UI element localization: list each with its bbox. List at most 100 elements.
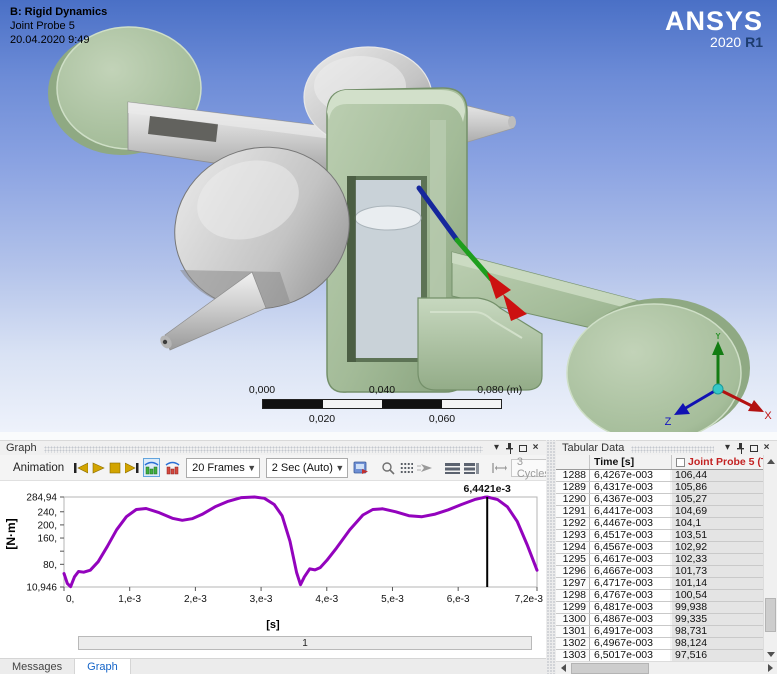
pin-icon[interactable] bbox=[734, 442, 747, 454]
graph-panel-titlebar: Graph ▾ × bbox=[0, 441, 546, 455]
result-annotation: B: Rigid Dynamics Joint Probe 5 20.04.20… bbox=[10, 5, 107, 47]
brand-text: ANSYS bbox=[665, 8, 763, 34]
close-icon[interactable]: × bbox=[760, 442, 773, 454]
table-header-row: Time [s] Joint Probe 5 (Total Moment bbox=[556, 455, 763, 470]
tab-graph[interactable]: Graph bbox=[75, 659, 131, 674]
cycle-range-icon bbox=[491, 459, 507, 477]
panel-splitter[interactable] bbox=[546, 440, 556, 674]
horizontal-scroll-thumb[interactable] bbox=[571, 663, 649, 674]
table-row[interactable]: 12946,4567e-003102,92 bbox=[556, 542, 763, 554]
result-timestamp: 20.04.2020 9:49 bbox=[10, 33, 107, 47]
export-video-icon[interactable] bbox=[353, 459, 369, 477]
chevron-down-icon: ▼ bbox=[333, 463, 347, 473]
animation-play-button[interactable] bbox=[92, 459, 105, 477]
scroll-right-button[interactable] bbox=[763, 662, 777, 674]
table-row[interactable]: 12926,4467e-003104,1 bbox=[556, 518, 763, 530]
panel-menu-icon[interactable]: ▾ bbox=[721, 442, 734, 454]
table-row[interactable]: 12956,4617e-003102,33 bbox=[556, 554, 763, 566]
svg-text:200,: 200, bbox=[38, 520, 57, 531]
frames-dropdown[interactable]: 20 Frames▼ bbox=[186, 458, 260, 478]
animation-stop-button[interactable] bbox=[109, 459, 121, 477]
svg-text:2,e-3: 2,e-3 bbox=[184, 594, 207, 605]
close-icon[interactable]: × bbox=[529, 442, 542, 454]
vertical-scroll-thumb[interactable] bbox=[765, 598, 776, 632]
triad-z-label: Z bbox=[665, 416, 672, 428]
tabular-import-icon[interactable] bbox=[464, 459, 479, 477]
maximize-icon[interactable] bbox=[747, 442, 760, 454]
table-row[interactable]: 13036,5017e-00397,516 bbox=[556, 650, 763, 661]
graph-panel-title: Graph bbox=[6, 442, 37, 454]
duration-dropdown[interactable]: 2 Sec (Auto)▼ bbox=[266, 458, 348, 478]
svg-text:5,e-3: 5,e-3 bbox=[381, 594, 404, 605]
table-row[interactable]: 12886,4267e-003106,44 bbox=[556, 470, 763, 482]
time-decay-toggle-icon[interactable] bbox=[164, 458, 181, 477]
svg-text:6,4421e-3: 6,4421e-3 bbox=[464, 483, 511, 495]
bottom-tab-bar: Messages Graph bbox=[0, 658, 546, 674]
table-row[interactable]: 12896,4317e-003105,86 bbox=[556, 482, 763, 494]
table-row[interactable]: 13026,4967e-00398,124 bbox=[556, 638, 763, 650]
ansys-logo: ANSYS 2020 R1 bbox=[665, 8, 763, 50]
svg-text:4,e-3: 4,e-3 bbox=[315, 594, 338, 605]
animation-toolbar: Animation 20 Frames▼ 2 bbox=[0, 455, 546, 481]
ruler-bar bbox=[262, 399, 502, 409]
ruler-label: 0,060 bbox=[429, 413, 455, 425]
svg-text:0,: 0, bbox=[66, 594, 74, 605]
probe-arrow-icon[interactable] bbox=[417, 459, 433, 477]
animation-first-frame-button[interactable] bbox=[74, 459, 88, 477]
tabular-export-icon[interactable] bbox=[445, 459, 460, 477]
maximize-icon[interactable] bbox=[516, 442, 529, 454]
tab-messages[interactable]: Messages bbox=[0, 659, 75, 674]
pin-icon[interactable] bbox=[503, 442, 516, 454]
svg-text:240,: 240, bbox=[38, 507, 57, 518]
table-row[interactable]: 12976,4717e-003101,14 bbox=[556, 578, 763, 590]
svg-text:160,: 160, bbox=[38, 534, 57, 545]
titlebar-texture bbox=[44, 446, 483, 453]
svg-text:1,e-3: 1,e-3 bbox=[118, 594, 141, 605]
ruler-label: 0,000 bbox=[249, 384, 275, 396]
scale-ruler: 0,000 0,040 0,080 (m) 0,020 0,060 bbox=[248, 384, 520, 426]
panel-menu-icon[interactable]: ▾ bbox=[490, 442, 503, 454]
tabular-panel-title: Tabular Data bbox=[562, 442, 624, 454]
x-axis-label: [s] bbox=[0, 619, 546, 631]
svg-text:80,: 80, bbox=[43, 560, 57, 571]
ruler-label: 0,020 bbox=[309, 413, 335, 425]
ruler-label: 0,040 bbox=[369, 384, 395, 396]
ruler-label: 0,080 (m) bbox=[477, 384, 522, 396]
probe-name: Joint Probe 5 bbox=[10, 19, 107, 33]
grid-points-icon[interactable] bbox=[400, 459, 413, 477]
ansys-mechanical-window: B: Rigid Dynamics Joint Probe 5 20.04.20… bbox=[0, 0, 777, 674]
table-row[interactable]: 13016,4917e-00398,731 bbox=[556, 626, 763, 638]
chart-canvas[interactable]: 284,94240,200,160,80,10,9460,1,e-32,e-33… bbox=[0, 481, 546, 620]
3d-viewport[interactable]: B: Rigid Dynamics Joint Probe 5 20.04.20… bbox=[0, 0, 777, 432]
table-row[interactable]: 13006,4867e-00399,335 bbox=[556, 614, 763, 626]
orientation-triad[interactable]: Y X Z bbox=[660, 333, 772, 429]
graph-panel: Graph ▾ × Animation bbox=[0, 440, 546, 658]
horizontal-scrollbar[interactable] bbox=[556, 661, 777, 674]
vertical-scroll-track[interactable] bbox=[764, 468, 777, 648]
svg-text:7,2e-3: 7,2e-3 bbox=[515, 594, 544, 605]
table-row[interactable]: 12916,4417e-003104,69 bbox=[556, 506, 763, 518]
tabular-data-panel: Tabular Data ▾ × Time [s] Joint Probe 5 … bbox=[556, 440, 777, 674]
table-row[interactable]: 12906,4367e-003105,27 bbox=[556, 494, 763, 506]
result-sets-toggle-icon[interactable] bbox=[143, 458, 160, 477]
table-row[interactable]: 12986,4767e-003100,54 bbox=[556, 590, 763, 602]
table-row[interactable]: 12996,4817e-00399,938 bbox=[556, 602, 763, 614]
svg-text:3,e-3: 3,e-3 bbox=[250, 594, 273, 605]
tabular-panel-titlebar: Tabular Data ▾ × bbox=[556, 441, 777, 455]
table-row[interactable]: 12966,4667e-003101,73 bbox=[556, 566, 763, 578]
column-checkbox[interactable] bbox=[676, 458, 685, 467]
tabular-rows: 12886,4267e-003106,4412896,4317e-003105,… bbox=[556, 470, 763, 661]
graph-plot-area[interactable]: [N·m] 284,94240,200,160,80,10,9460,1,e-3… bbox=[0, 481, 546, 658]
table-row[interactable]: 12936,4517e-003103,51 bbox=[556, 530, 763, 542]
vertical-scrollbar[interactable] bbox=[763, 455, 777, 661]
animation-last-frame-button[interactable] bbox=[125, 459, 139, 477]
scroll-down-button[interactable] bbox=[764, 648, 777, 661]
timeline-slider[interactable]: 1 bbox=[78, 636, 532, 650]
probe-column-header: Joint Probe 5 (Total Moment bbox=[672, 455, 763, 469]
triad-x-label: X bbox=[764, 410, 772, 422]
cycles-field: 3 Cycles bbox=[511, 459, 551, 477]
scroll-left-button[interactable] bbox=[556, 662, 570, 674]
zoom-icon[interactable] bbox=[381, 459, 396, 477]
svg-text:284,94: 284,94 bbox=[26, 493, 57, 504]
scroll-up-button[interactable] bbox=[764, 455, 777, 468]
